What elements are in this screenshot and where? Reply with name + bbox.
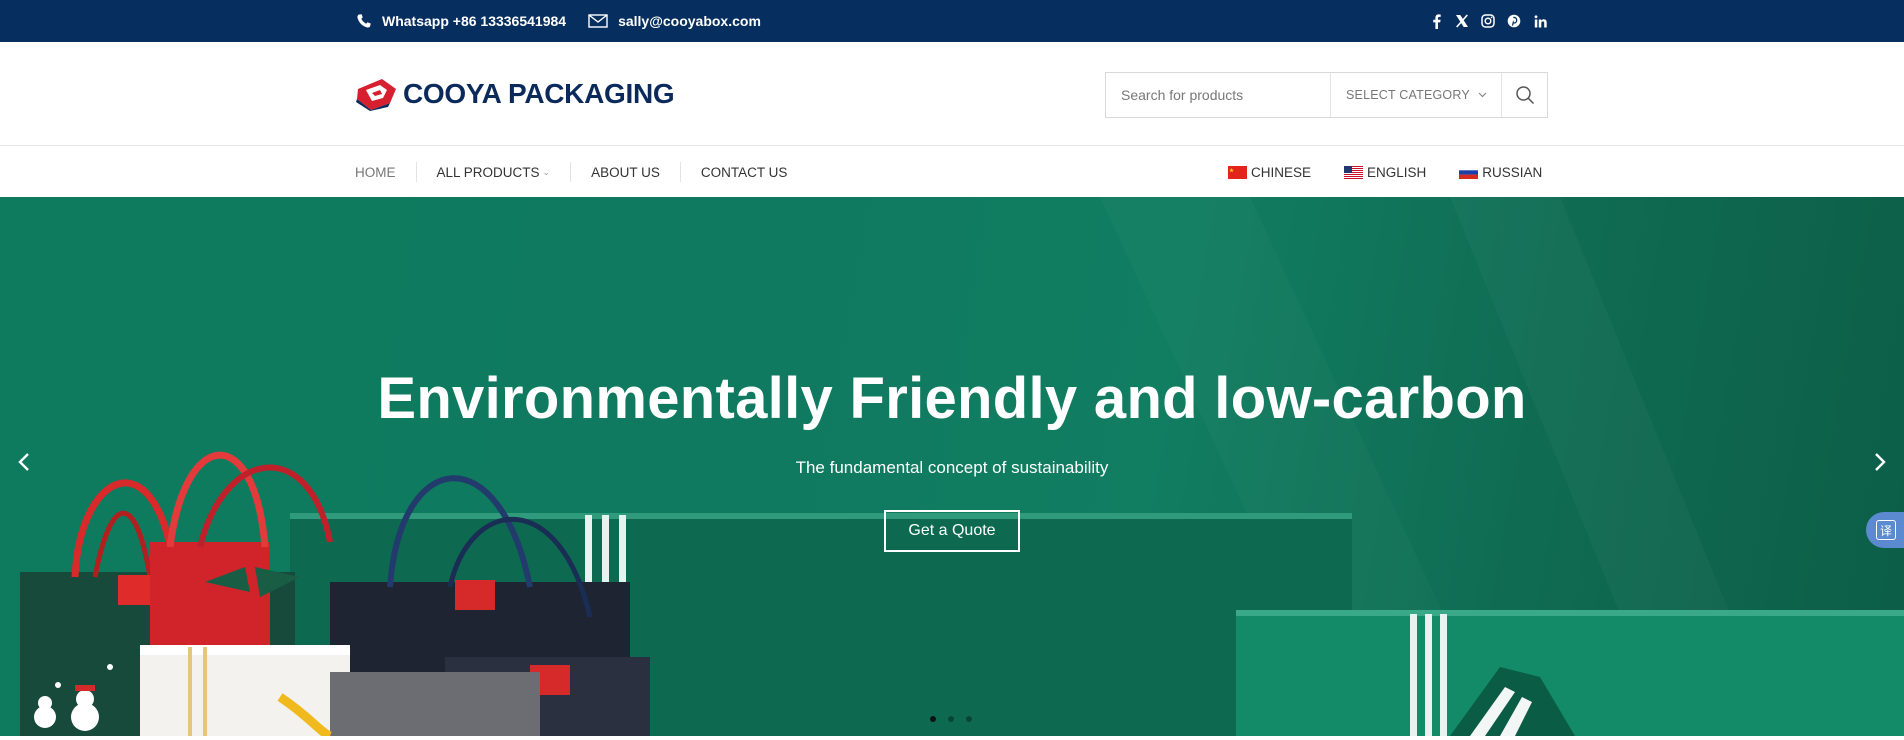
nav-item-label: About Us: [591, 164, 660, 180]
slider-dot[interactable]: [948, 716, 954, 722]
translate-button[interactable]: 译: [1866, 512, 1904, 548]
language-chinese[interactable]: Chinese: [1228, 165, 1311, 180]
whatsapp-text: Whatsapp +86 13336541984: [382, 13, 567, 29]
nav-item-label: Contact Us: [700, 164, 788, 180]
phone-icon: [357, 14, 371, 28]
category-select[interactable]: SELECT CATEGORY: [1331, 73, 1502, 117]
category-select-label: SELECT CATEGORY: [1346, 88, 1470, 102]
language-switcher: Chinese English Russian: [1228, 147, 1542, 197]
pinterest-icon[interactable]: [1506, 13, 1522, 29]
hero-title: Environmentally Friendly and low-carbon: [377, 366, 1527, 431]
top-contact: Whatsapp +86 13336541984 sally@cooyabox.…: [356, 0, 761, 42]
search-button[interactable]: [1502, 73, 1547, 117]
cooya-logo-icon: [356, 79, 396, 111]
instagram-icon[interactable]: [1480, 13, 1496, 29]
chevron-down-icon: [1478, 92, 1487, 98]
get-quote-button[interactable]: Get a Quote: [884, 510, 1020, 552]
slider-dot[interactable]: [930, 716, 936, 722]
main-nav: Home All Products ⌄ About Us Contact Us …: [0, 147, 1904, 197]
ru-flag-icon: [1459, 165, 1479, 179]
us-flag-icon: [1344, 165, 1364, 179]
language-label: Russian: [1482, 164, 1543, 180]
chevron-down-icon: ⌄: [542, 166, 551, 177]
x-twitter-icon[interactable]: [1454, 13, 1470, 29]
top-bar: Whatsapp +86 13336541984 sally@cooyabox.…: [0, 0, 1904, 42]
facebook-icon[interactable]: [1428, 13, 1444, 29]
chevron-right-icon: [1875, 453, 1886, 471]
hero-subtitle: The fundamental concept of sustainabilit…: [795, 458, 1109, 477]
email-link[interactable]: sally@cooyabox.com: [588, 13, 761, 29]
nav-item-all-products[interactable]: All Products ⌄: [415, 162, 571, 182]
email-text: sally@cooyabox.com: [618, 13, 761, 29]
nav-item-about-us[interactable]: About Us: [570, 162, 680, 182]
hero-slider: Environmentally Friendly and low-carbon …: [0, 197, 1904, 736]
search-icon: [1515, 86, 1534, 105]
language-label: English: [1367, 164, 1427, 180]
whatsapp-link[interactable]: Whatsapp +86 13336541984: [356, 13, 566, 29]
nav-item-contact-us[interactable]: Contact Us: [679, 162, 808, 182]
language-russian[interactable]: Russian: [1459, 165, 1542, 180]
slider-prev-button[interactable]: [12, 450, 36, 474]
linkedin-icon[interactable]: [1532, 13, 1548, 29]
slider-dots: [930, 716, 972, 722]
nav-item-label: Home: [355, 164, 396, 180]
chevron-left-icon: [18, 453, 29, 471]
site-logo[interactable]: COOYA PACKAGING: [355, 77, 675, 111]
nav-menu: Home All Products ⌄ About Us Contact Us: [355, 147, 807, 197]
search-input[interactable]: [1106, 73, 1331, 117]
site-header: COOYA PACKAGING SELECT CATEGORY: [0, 42, 1904, 146]
social-links: [1428, 0, 1548, 42]
cn-flag-icon: [1228, 165, 1247, 179]
mail-icon: [588, 14, 608, 28]
slider-next-button[interactable]: [1868, 450, 1892, 474]
logo-text: COOYA PACKAGING: [403, 78, 675, 109]
translate-icon: 译: [1876, 520, 1896, 540]
product-search: SELECT CATEGORY: [1105, 72, 1548, 118]
slider-dot[interactable]: [966, 716, 972, 722]
language-label: Chinese: [1251, 164, 1312, 180]
nav-item-label: All Products: [436, 164, 540, 180]
language-english[interactable]: English: [1344, 165, 1426, 180]
nav-item-home[interactable]: Home: [355, 162, 416, 182]
